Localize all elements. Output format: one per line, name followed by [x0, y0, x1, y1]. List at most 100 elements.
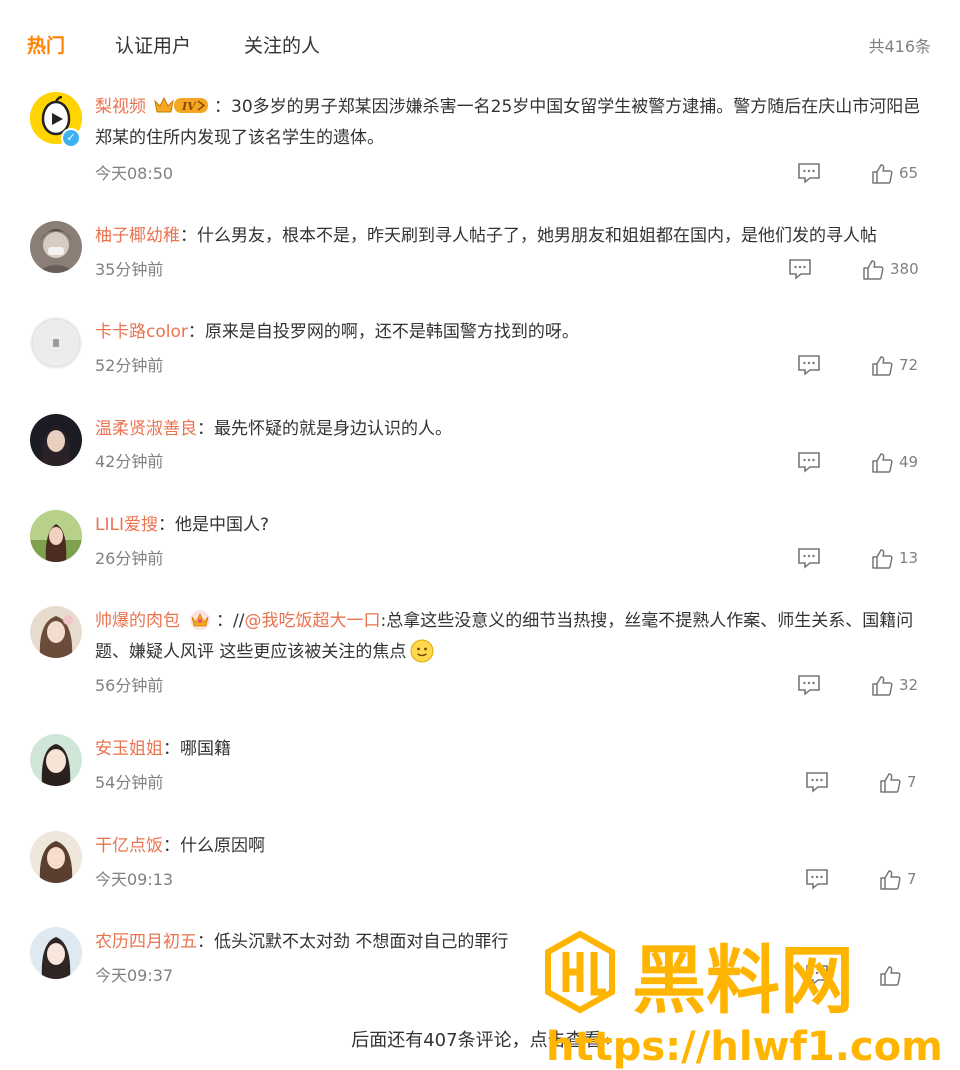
colon: ：	[216, 611, 233, 631]
user-avatar-icon	[30, 927, 82, 979]
user-avatar-icon	[30, 221, 82, 273]
svg-text:IV: IV	[181, 100, 197, 113]
colon: ：	[197, 932, 214, 952]
comment-text: 安玉姐姐：哪国籍	[95, 734, 935, 765]
comment-text: 卡卡路color：原来是自投罗网的啊，还不是韩国警方找到的呀。	[95, 317, 935, 348]
user-avatar-icon	[30, 606, 82, 658]
crown-badge-icon	[190, 610, 210, 630]
comment-text: LILI爱搜：他是中国人?	[95, 510, 935, 541]
colon: ：	[163, 836, 180, 856]
avatar[interactable]	[30, 606, 82, 658]
like-count: 32	[899, 676, 919, 694]
comment-username[interactable]: LILI爱搜	[95, 515, 158, 535]
comment-icon[interactable]	[805, 771, 829, 793]
comment-body: 什么男友，根本不是，昨天刷到寻人帖子了，她男朋友和姐姐都在国内，是他们发的寻人帖	[197, 226, 877, 246]
comment-time: 42分钟前	[95, 452, 164, 471]
more-comments-link[interactable]: 后面还有407条评论，点击查看 ›	[0, 1026, 960, 1052]
comment-icon[interactable]	[805, 964, 829, 986]
tab-verified-users[interactable]: 认证用户	[115, 31, 191, 58]
comment-body: 原来是自投罗网的啊，还不是韩国警方找到的呀。	[204, 322, 579, 342]
avatar[interactable]	[30, 927, 82, 979]
comment-time: 35分钟前	[95, 260, 164, 279]
thumbs-up-icon	[880, 773, 901, 793]
chevron-right-icon: ›	[605, 1030, 613, 1051]
repost-prefix: //	[233, 611, 245, 631]
user-avatar-icon	[30, 414, 82, 466]
comment-icon[interactable]	[788, 258, 812, 280]
avatar[interactable]	[30, 317, 82, 369]
colon: ：	[197, 419, 214, 439]
user-avatar-icon	[30, 510, 82, 562]
thumbs-up-icon	[872, 453, 893, 473]
comment-body: 哪国籍	[180, 739, 231, 759]
comment-total-count: 共416条	[868, 37, 931, 56]
comment-tabs: 热门 认证用户 关注的人 共416条	[0, 0, 960, 86]
comment-body: 低头沉默不太对劲 不想面对自己的罪行	[214, 932, 509, 952]
comment-text: 柚子椰幼稚：什么男友，根本不是，昨天刷到寻人帖子了，她男朋友和姐姐都在国内，是他…	[95, 221, 935, 252]
avatar[interactable]	[30, 734, 82, 786]
like-count: 72	[899, 356, 919, 374]
comment-text: 温柔贤淑善良：最先怀疑的就是身边认识的人。	[95, 414, 935, 445]
comment-time: 今天08:50	[95, 164, 174, 183]
comment-icon[interactable]	[797, 354, 821, 376]
comment-time: 今天09:37	[95, 966, 174, 985]
tab-following[interactable]: 关注的人	[244, 31, 320, 58]
comment-username[interactable]: 帅爆的肉包	[95, 611, 180, 631]
tab-hot[interactable]: 热门	[27, 31, 65, 58]
colon: ：	[157, 515, 175, 535]
verified-badge-icon: ✓	[61, 128, 81, 148]
like-count: 65	[899, 164, 919, 182]
comment-icon[interactable]	[797, 547, 821, 569]
avatar[interactable]	[30, 831, 82, 883]
like-count: 7	[907, 870, 917, 888]
comment-time: 今天09:13	[95, 870, 174, 889]
comment-body: 他是中国人?	[174, 515, 270, 535]
thumbs-up-icon	[872, 676, 893, 696]
thumbs-up-icon	[863, 260, 884, 280]
comment-username[interactable]: 梨视频	[95, 97, 146, 117]
comment-text: 梨视频 IV ：30多岁的男子郑某因涉嫌杀害一名25岁中国女留学生被警方逮捕。警方随…	[95, 92, 935, 154]
thumbs-up-icon	[872, 356, 893, 376]
user-avatar-icon	[30, 734, 82, 786]
comment-time: 54分钟前	[95, 773, 164, 792]
comment-icon[interactable]	[805, 868, 829, 890]
comment-username[interactable]: 卡卡路color	[95, 322, 188, 342]
like-count: 49	[899, 453, 919, 471]
comment-text: 干亿点饭：什么原因啊	[95, 831, 935, 862]
comment-username[interactable]: 农历四月初五	[95, 932, 197, 952]
comment-username[interactable]: 柚子椰幼稚	[95, 226, 180, 246]
comment-body: 最先怀疑的就是身边认识的人。	[214, 419, 452, 439]
comment-text: 农历四月初五：低头沉默不太对劲 不想面对自己的罪行	[95, 927, 935, 958]
thumbs-up-icon	[872, 164, 893, 184]
comment-username[interactable]: 温柔贤淑善良	[95, 419, 197, 439]
avatar[interactable]	[30, 510, 82, 562]
like-count: 7	[907, 773, 917, 791]
comment-body: 什么原因啊	[180, 836, 265, 856]
comment-username[interactable]: 干亿点饭	[95, 836, 163, 856]
smiley-emoji-icon	[410, 639, 434, 663]
user-avatar-icon	[30, 831, 82, 883]
colon: ：	[187, 322, 205, 342]
colon: ：	[163, 739, 180, 759]
avatar[interactable]	[30, 221, 82, 273]
thumbs-up-icon	[880, 966, 901, 986]
comment-text: 帅爆的肉包 ：//@我吃饭超大一口:总拿这些没意义的细节当热搜，丝毫不提熟人作案、…	[95, 606, 935, 668]
comment-time: 52分钟前	[95, 356, 164, 375]
like-count: 13	[899, 549, 919, 567]
mention-link[interactable]: @我吃饭超大一口	[244, 611, 380, 631]
like-count: 380	[890, 260, 919, 278]
colon: ：	[214, 97, 231, 117]
comment-icon[interactable]	[797, 162, 821, 184]
thumbs-up-icon	[872, 549, 893, 569]
thumbs-up-icon	[880, 870, 901, 890]
colon: ：	[180, 226, 197, 246]
comment-icon[interactable]	[797, 674, 821, 696]
user-avatar-icon	[30, 317, 82, 369]
comment-time: 26分钟前	[95, 549, 164, 568]
more-comments-label: 后面还有407条评论，点击查看	[351, 1030, 602, 1051]
avatar[interactable]	[30, 414, 82, 466]
comment-time: 56分钟前	[95, 676, 164, 695]
vip-level-badge-icon: IV	[154, 96, 208, 113]
comment-icon[interactable]	[797, 451, 821, 473]
comment-username[interactable]: 安玉姐姐	[95, 739, 163, 759]
